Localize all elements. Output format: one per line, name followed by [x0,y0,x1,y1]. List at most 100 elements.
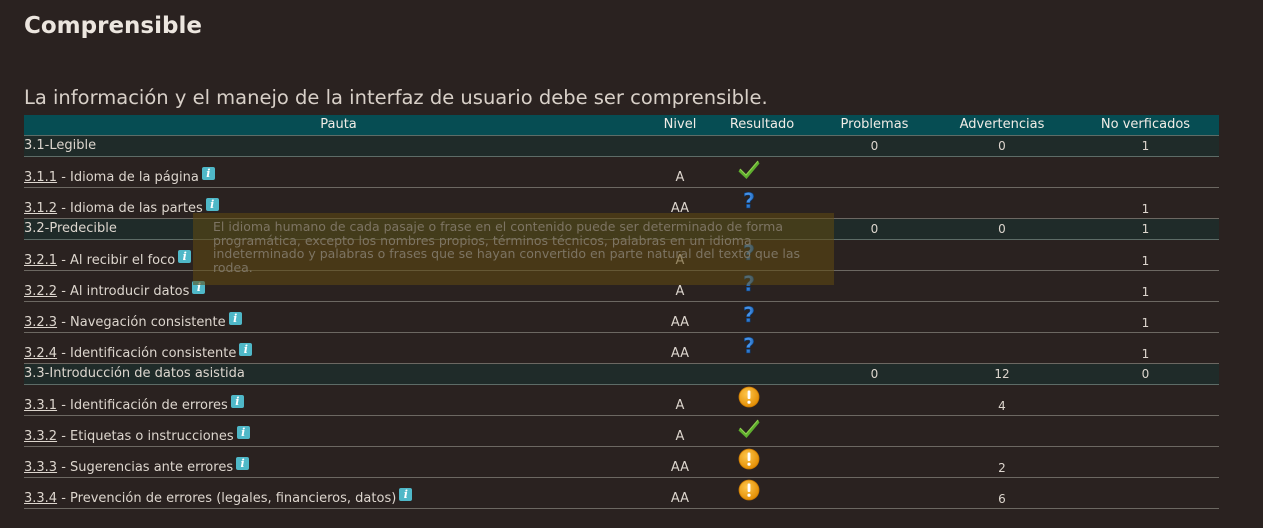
svg-text:?: ? [743,303,755,325]
group-problemas: 0 [817,362,932,385]
criterion-link[interactable]: 3.1.1 [24,170,57,185]
criterion-tooltip: El idioma humano de cada pasaje o frase … [193,213,834,285]
group-no-verificados: 0 [1072,362,1219,385]
info-icon[interactable]: i [236,456,250,470]
criterion-label: - Navegación consistente [57,314,226,330]
group-advertencias: 0 [932,217,1072,240]
unverified-cell [1072,384,1219,416]
warnings-cell [932,187,1072,219]
group-resultado [707,134,817,157]
group-label: 3.1-Legible [24,134,653,157]
check-icon [738,419,760,438]
group-problemas: 0 [817,134,932,157]
criterion-link[interactable]: 3.3.4 [24,491,57,506]
unverified-cell: 1 [1072,187,1219,219]
warning-icon [738,448,760,469]
warning-icon [738,479,760,500]
table-row: 3.3.1 - Identificación de errores i A 4 [24,384,1219,416]
criterion-link[interactable]: 3.3.2 [24,429,57,444]
info-icon[interactable]: i [228,311,242,325]
criterion-label: - Al recibir el foco [57,252,176,268]
criterion-label: - Al introducir datos [57,283,190,299]
unverified-cell [1072,477,1219,509]
info-icon[interactable]: i [236,425,250,439]
header-advertencias: Advertencias [959,117,1045,133]
header-no-verificados: No verficados [1100,117,1191,133]
criterion-label: - Sugerencias ante errores [57,459,234,475]
question-icon: ? [743,189,756,211]
result-cell [707,477,817,509]
unverified-cell: 1 [1072,301,1219,333]
info-icon[interactable]: i [399,487,413,501]
criterion-label: - Identificación consistente [57,345,237,361]
criterion-label: - Prevención de errores (legales, financ… [57,490,397,506]
criterion-link[interactable]: 3.3.1 [24,398,57,413]
svg-text:?: ? [743,189,755,211]
warnings-cell [932,239,1072,271]
criterion-label: - Idioma de las partes [57,200,203,216]
unverified-cell [1072,156,1219,188]
problems-cell [817,301,932,333]
criterion-cell: 3.3.4 - Prevención de errores (legales, … [24,477,653,509]
warnings-cell: 2 [932,446,1072,478]
criterion-link[interactable]: 3.2.2 [24,284,57,299]
problems-cell [817,446,932,478]
result-cell [707,415,817,447]
group-row: 3.1-Legible 0 0 1 [24,134,1219,157]
unverified-cell: 1 [1072,270,1219,302]
guidelines-table: Pauta Nivel Resultado Problemas Adverten… [24,115,1219,509]
criterion-cell: 3.2.3 - Navegación consistente i [24,301,653,333]
criterion-cell: 3.1.1 - Idioma de la página i [24,156,653,188]
problems-cell [817,332,932,364]
problems-cell [817,187,932,219]
info-icon[interactable]: i [205,197,219,211]
warnings-cell: 4 [932,384,1072,416]
table-row: 3.3.4 - Prevención de errores (legales, … [24,477,1219,509]
group-label: 3.3-Introducción de datos asistida [24,362,653,385]
criterion-link[interactable]: 3.2.4 [24,346,57,361]
group-no-verificados: 1 [1072,217,1219,240]
level-cell: AA [653,477,707,509]
warnings-cell [932,415,1072,447]
warnings-cell [932,332,1072,364]
header-nivel: Nivel [663,117,697,133]
warnings-cell [932,301,1072,333]
criterion-link[interactable]: 3.3.3 [24,460,57,475]
warnings-cell: 6 [932,477,1072,509]
level-cell: A [653,384,707,416]
problems-cell [817,415,932,447]
result-cell [707,156,817,188]
criterion-cell: 3.3.2 - Etiquetas o instrucciones i [24,415,653,447]
info-icon[interactable]: i [201,166,215,180]
group-resultado [707,362,817,385]
info-icon[interactable]: i [178,249,192,263]
info-icon[interactable]: i [230,394,244,408]
criterion-label: - Etiquetas o instrucciones [57,428,234,444]
problems-cell [817,384,932,416]
group-nivel [653,362,707,385]
criterion-link[interactable]: 3.2.3 [24,315,57,330]
table-row: 3.2.3 - Navegación consistente i AA? 1 [24,301,1219,333]
info-icon[interactable]: i [239,342,253,356]
table-row: 3.1.1 - Idioma de la página i A [24,156,1219,188]
group-advertencias: 12 [932,362,1072,385]
table-row: 3.3.2 - Etiquetas o instrucciones i A [24,415,1219,447]
header-resultado: Resultado [729,117,795,133]
criterion-cell: 3.3.3 - Sugerencias ante errores i [24,446,653,478]
problems-cell [817,156,932,188]
question-icon: ? [743,334,756,356]
unverified-cell: 1 [1072,239,1219,271]
warnings-cell [932,156,1072,188]
table-row: 3.3.3 - Sugerencias ante errores i AA 2 [24,446,1219,478]
criterion-link[interactable]: 3.2.1 [24,253,57,268]
criterion-link[interactable]: 3.1.2 [24,201,57,216]
table-header-row: Pauta Nivel Resultado Problemas Adverten… [24,115,1219,135]
problems-cell [817,477,932,509]
table-row: 3.2.4 - Identificación consistente i AA? 1 [24,332,1219,364]
result-cell [707,446,817,478]
group-problemas: 0 [817,217,932,240]
problems-cell [817,239,932,271]
criterion-cell: 3.3.1 - Identificación de errores i [24,384,653,416]
level-cell: A [653,156,707,188]
criterion-label: - Idioma de la página [57,169,199,185]
